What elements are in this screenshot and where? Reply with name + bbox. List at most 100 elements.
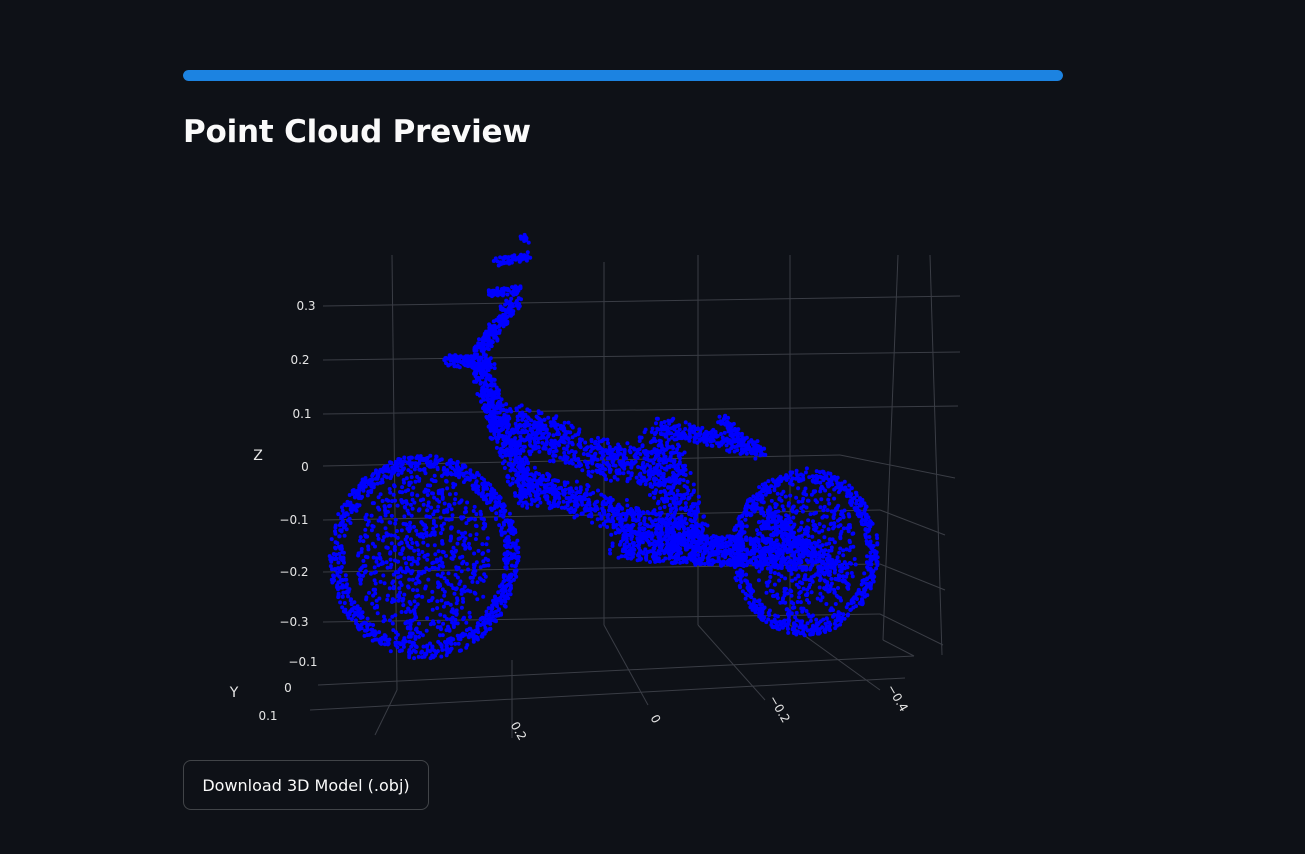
point	[526, 416, 531, 421]
point	[502, 459, 507, 464]
point	[405, 619, 410, 624]
point	[578, 495, 583, 500]
point	[388, 490, 393, 495]
point	[387, 520, 392, 525]
point	[606, 512, 611, 517]
point	[792, 605, 797, 610]
point	[551, 433, 556, 438]
point	[794, 495, 799, 500]
point	[342, 533, 347, 538]
point	[491, 428, 496, 433]
point	[838, 517, 842, 521]
point	[589, 439, 594, 444]
point	[492, 366, 497, 371]
point	[414, 594, 419, 599]
point	[572, 450, 577, 455]
point	[792, 622, 797, 627]
point	[488, 422, 493, 427]
point	[387, 504, 391, 509]
point	[522, 488, 527, 492]
point-cloud-plot[interactable]: 0.3 0.2 0.1 0 −0.1 −0.2 −0.3 0.1 0 −0.1 0.2 0 −0.2 −0…	[183, 200, 1063, 750]
point	[453, 471, 458, 476]
point	[452, 364, 457, 369]
point	[380, 499, 385, 503]
point	[460, 561, 465, 566]
point	[646, 471, 651, 476]
point	[853, 562, 858, 567]
point	[474, 532, 479, 537]
point	[543, 442, 548, 447]
point	[489, 486, 494, 491]
plot-grid	[309, 254, 961, 738]
point	[786, 630, 791, 635]
point	[399, 464, 403, 469]
point	[502, 530, 507, 535]
point	[570, 489, 575, 494]
point	[495, 420, 500, 425]
point	[736, 570, 741, 575]
point	[521, 415, 526, 419]
point	[841, 526, 846, 531]
point	[506, 423, 511, 428]
point	[410, 491, 415, 496]
point	[415, 532, 420, 537]
point	[501, 514, 506, 519]
point	[396, 575, 401, 580]
point	[399, 610, 404, 614]
point	[659, 465, 664, 470]
point	[440, 492, 445, 497]
point	[542, 417, 547, 422]
point	[376, 536, 381, 541]
point	[361, 539, 366, 544]
point	[863, 532, 868, 537]
point	[452, 591, 457, 596]
point	[590, 461, 595, 466]
point	[622, 449, 627, 454]
point	[440, 633, 445, 638]
point	[494, 613, 499, 618]
point-cloud-svg[interactable]: 0.30.20.10−0.1−0.2−0.30.10−0.10.20 −0.2 −0…	[183, 200, 1063, 750]
point	[416, 508, 421, 513]
point	[410, 541, 415, 545]
point	[438, 515, 443, 520]
point	[574, 486, 579, 491]
point	[333, 540, 338, 545]
point	[334, 552, 338, 557]
point	[591, 507, 596, 512]
point	[471, 356, 476, 361]
point	[627, 448, 632, 453]
point	[542, 490, 547, 495]
point	[486, 341, 491, 346]
point	[803, 625, 808, 630]
point	[564, 496, 569, 501]
point	[408, 634, 413, 639]
point	[432, 530, 437, 535]
point	[847, 523, 852, 527]
point	[522, 430, 527, 435]
point	[671, 491, 676, 496]
point	[455, 462, 459, 467]
point	[480, 634, 485, 639]
point	[815, 500, 819, 505]
point	[766, 617, 771, 622]
point	[783, 494, 788, 499]
point	[542, 483, 547, 488]
point	[475, 580, 480, 585]
point	[745, 504, 750, 509]
point	[505, 479, 510, 484]
point	[855, 597, 859, 601]
point	[616, 471, 621, 476]
point	[425, 483, 430, 488]
point	[819, 484, 824, 489]
point	[370, 473, 375, 478]
point	[452, 501, 457, 506]
point	[439, 457, 444, 462]
point	[601, 521, 606, 526]
point	[800, 581, 805, 586]
point	[562, 435, 567, 440]
point	[412, 609, 417, 614]
point	[399, 528, 404, 533]
point	[647, 493, 652, 497]
point	[383, 466, 388, 471]
point	[578, 440, 582, 445]
